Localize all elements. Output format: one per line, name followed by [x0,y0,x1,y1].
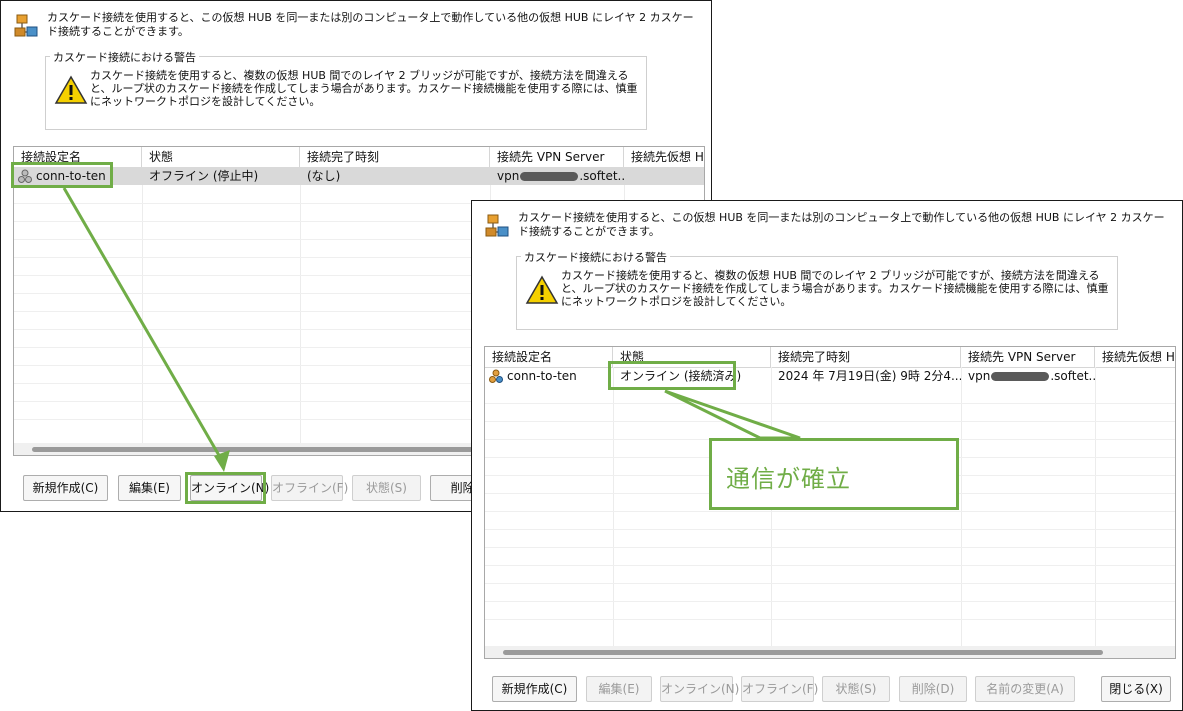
callout-text: 通信が確立 [726,465,851,493]
annotation-arrows [62,187,801,472]
callout-pointer [664,389,801,440]
callout-box: 通信が確立 [709,438,959,510]
arrow-to-online-button [62,187,226,465]
